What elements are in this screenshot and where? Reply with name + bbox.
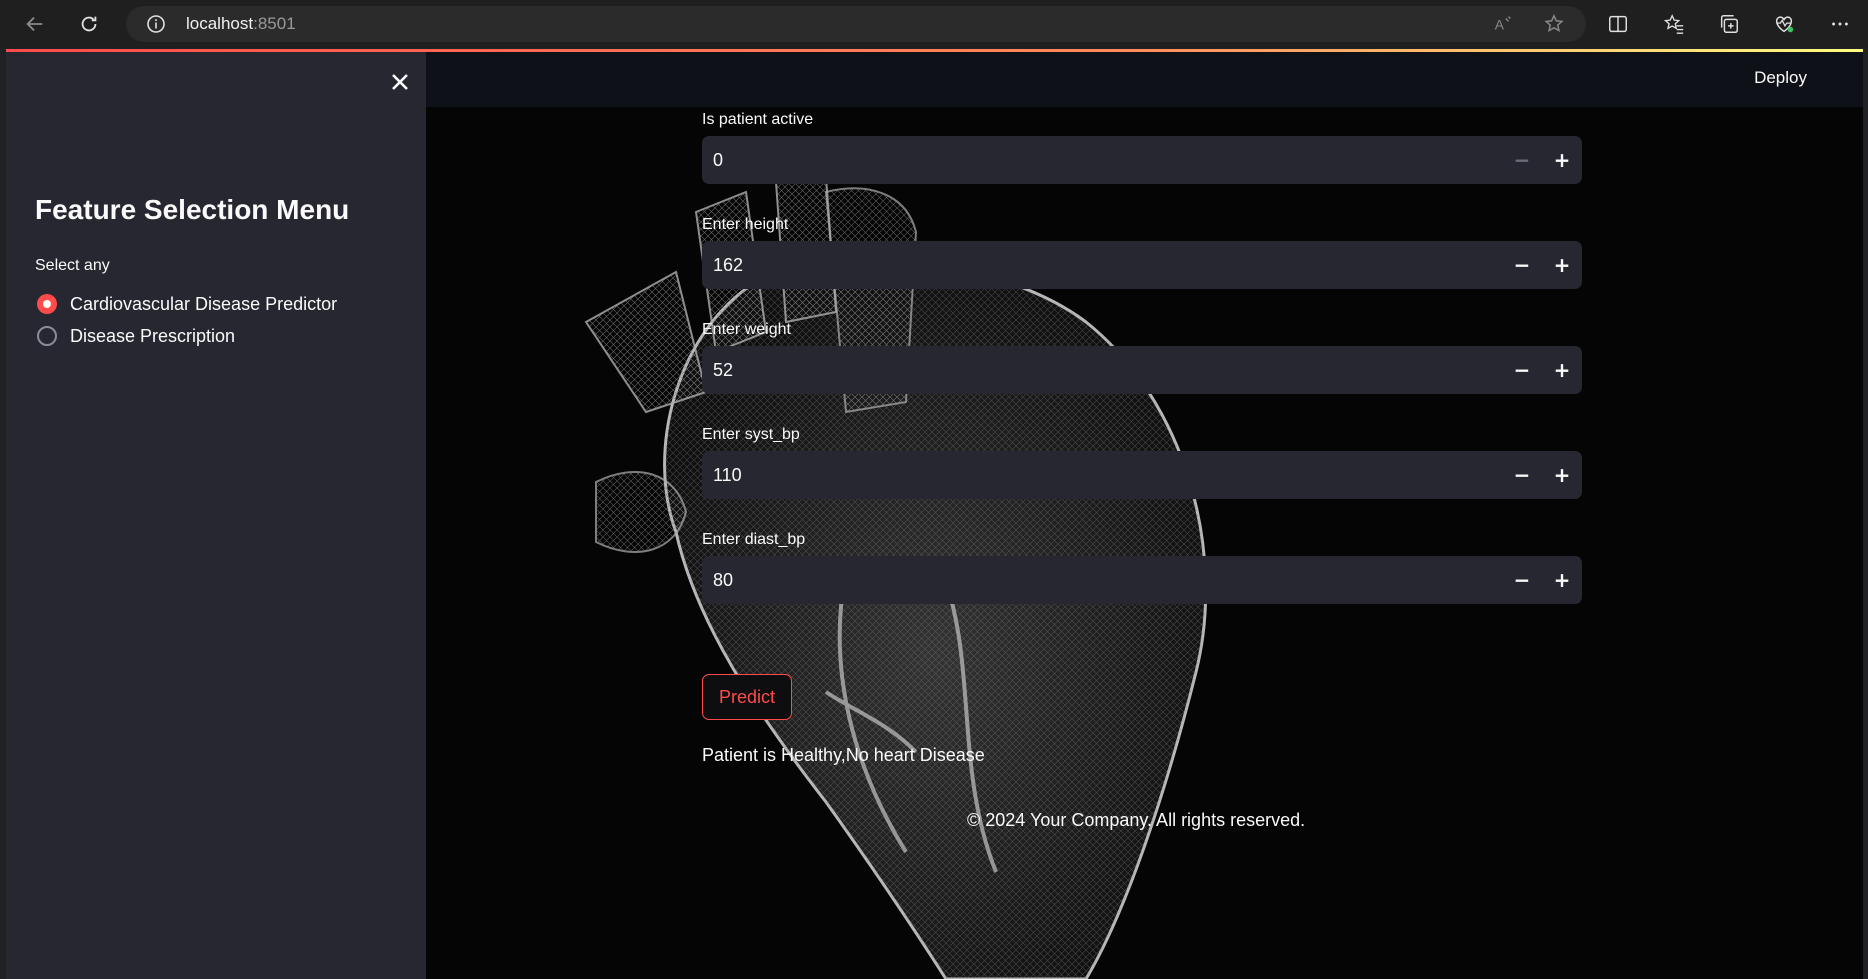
url-host: localhost xyxy=(186,14,254,33)
decrement-button[interactable]: − xyxy=(1502,241,1542,289)
radio-selected-icon[interactable] xyxy=(37,294,57,314)
input-value[interactable]: 52 xyxy=(713,346,733,394)
favorites-icon[interactable] xyxy=(1663,13,1685,35)
field-label-syst-bp: Enter syst_bp xyxy=(702,426,800,443)
url-port: :8501 xyxy=(253,14,296,33)
diast-bp-number-input[interactable]: 80 − + xyxy=(702,556,1582,604)
active-number-input[interactable]: 0 − + xyxy=(702,136,1582,184)
deploy-button[interactable]: Deploy xyxy=(1754,68,1807,88)
back-arrow-icon[interactable] xyxy=(17,6,53,42)
radio-unselected-icon[interactable] xyxy=(37,326,57,346)
close-icon[interactable] xyxy=(386,68,414,96)
input-value[interactable]: 80 xyxy=(713,556,733,604)
syst-bp-number-input[interactable]: 110 − + xyxy=(702,451,1582,499)
input-value[interactable]: 0 xyxy=(713,136,723,184)
field-label-active: Is patient active xyxy=(702,111,814,128)
height-number-input[interactable]: 162 − + xyxy=(702,241,1582,289)
radio-label: Cardiovascular Disease Predictor xyxy=(70,293,338,314)
predict-button[interactable]: Predict xyxy=(702,674,792,720)
increment-button[interactable]: + xyxy=(1542,556,1582,604)
decrement-button[interactable]: − xyxy=(1502,346,1542,394)
sidebar-title: Feature Selection Menu xyxy=(35,194,350,225)
site-info-icon[interactable] xyxy=(146,14,166,34)
browser-essentials-icon[interactable] xyxy=(1773,13,1795,35)
radio-cardiovascular-predictor[interactable]: Cardiovascular Disease Predictor xyxy=(37,292,337,316)
increment-button[interactable]: + xyxy=(1542,241,1582,289)
decrement-button[interactable]: − xyxy=(1502,451,1542,499)
reload-icon[interactable] xyxy=(71,6,107,42)
address-bar[interactable]: localhost:8501 A xyxy=(126,6,1586,42)
field-label-height: Enter height xyxy=(702,216,789,233)
svg-text:A: A xyxy=(1495,18,1505,33)
footer-copyright: © 2024 Your Company. All rights reserved… xyxy=(967,810,1306,830)
radio-disease-prescription[interactable]: Disease Prescription xyxy=(37,324,235,348)
increment-button[interactable]: + xyxy=(1542,136,1582,184)
more-menu-icon[interactable] xyxy=(1829,13,1851,35)
radio-group-label: Select any xyxy=(35,257,110,274)
collections-icon[interactable] xyxy=(1718,13,1740,35)
url-text: localhost:8501 xyxy=(186,6,296,42)
field-label-weight: Enter weight xyxy=(702,321,791,338)
read-aloud-icon[interactable]: A xyxy=(1492,13,1514,35)
decrement-button[interactable]: − xyxy=(1502,136,1542,184)
increment-button[interactable]: + xyxy=(1542,346,1582,394)
input-value[interactable]: 162 xyxy=(713,241,743,289)
browser-toolbar: localhost:8501 A xyxy=(0,0,1868,48)
input-value[interactable]: 110 xyxy=(713,451,742,499)
weight-number-input[interactable]: 52 − + xyxy=(702,346,1582,394)
increment-button[interactable]: + xyxy=(1542,451,1582,499)
main-content: Deploy Is patient active 0 − + Enter hei… xyxy=(426,52,1863,979)
decrement-button[interactable]: − xyxy=(1502,556,1542,604)
sidebar: Feature Selection Menu Select any Cardio… xyxy=(6,52,426,979)
app-header: Deploy xyxy=(426,52,1863,107)
field-label-diast-bp: Enter diast_bp xyxy=(702,531,806,548)
prediction-result-text: Patient is Healthy,No heart Disease xyxy=(702,745,985,765)
split-screen-icon[interactable] xyxy=(1607,13,1629,35)
radio-label: Disease Prescription xyxy=(70,325,236,346)
favorite-star-icon[interactable] xyxy=(1543,13,1565,35)
